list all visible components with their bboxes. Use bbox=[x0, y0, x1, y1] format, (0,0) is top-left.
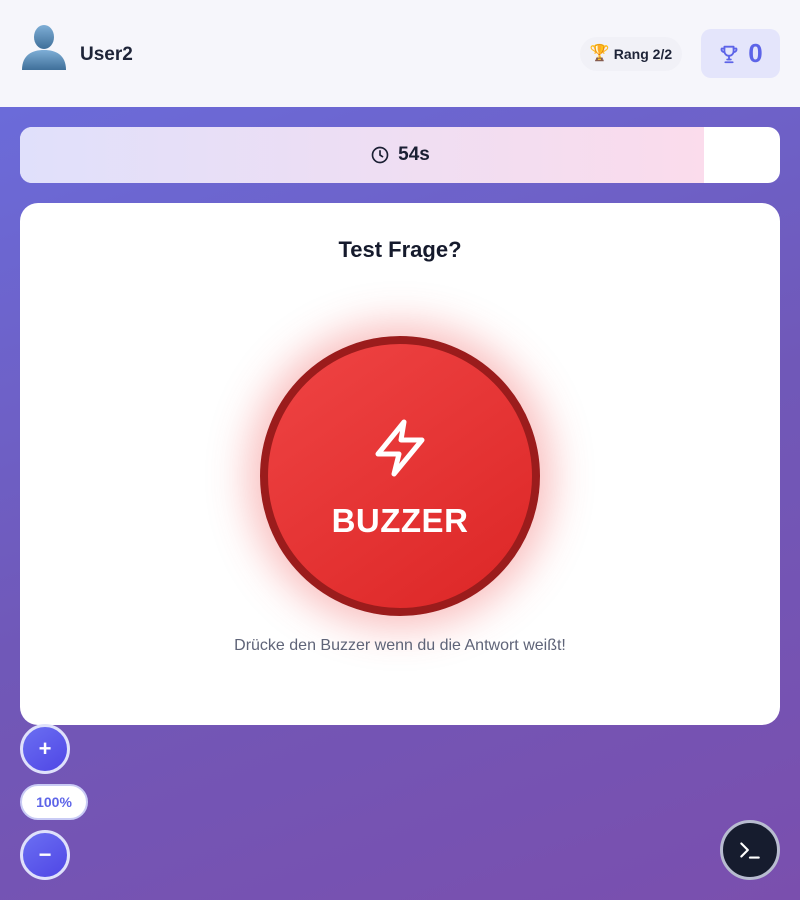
timer-content: 54s bbox=[20, 127, 780, 183]
trophy-icon bbox=[720, 45, 738, 63]
score-box: 0 bbox=[701, 29, 780, 78]
rank-label: Rang 2/2 bbox=[613, 46, 673, 62]
score-value: 0 bbox=[748, 38, 763, 68]
question-title: Test Frage? bbox=[338, 237, 462, 262]
rank-badge: 🏆 Rang 2/2 bbox=[580, 37, 682, 71]
terminal-button[interactable] bbox=[720, 820, 780, 880]
top-bar: User2 🏆 Rang 2/2 0 bbox=[0, 0, 800, 107]
user-avatar-icon bbox=[22, 25, 66, 70]
terminal-icon bbox=[740, 842, 760, 859]
zoom-in-button[interactable]: + bbox=[20, 724, 70, 774]
buzzer-hint: Drücke den Buzzer wenn du die Antwort we… bbox=[234, 637, 566, 654]
question-card: Test Frage? BUZZER Drücke den Buzzer wen… bbox=[20, 203, 780, 725]
lightning-icon bbox=[375, 419, 425, 477]
username: User2 bbox=[80, 44, 133, 65]
trophy-emoji-icon: 🏆 bbox=[589, 45, 610, 62]
zoom-out-button[interactable]: − bbox=[20, 830, 70, 880]
clock-icon bbox=[371, 146, 389, 164]
zoom-level: 100% bbox=[20, 784, 88, 820]
minus-icon: − bbox=[38, 842, 52, 867]
buzzer-button[interactable]: BUZZER bbox=[260, 336, 540, 616]
plus-icon: + bbox=[38, 736, 52, 761]
timer-text: 54s bbox=[398, 144, 430, 165]
timer-bar: 54s bbox=[20, 127, 780, 183]
buzzer-label: BUZZER bbox=[331, 502, 469, 539]
